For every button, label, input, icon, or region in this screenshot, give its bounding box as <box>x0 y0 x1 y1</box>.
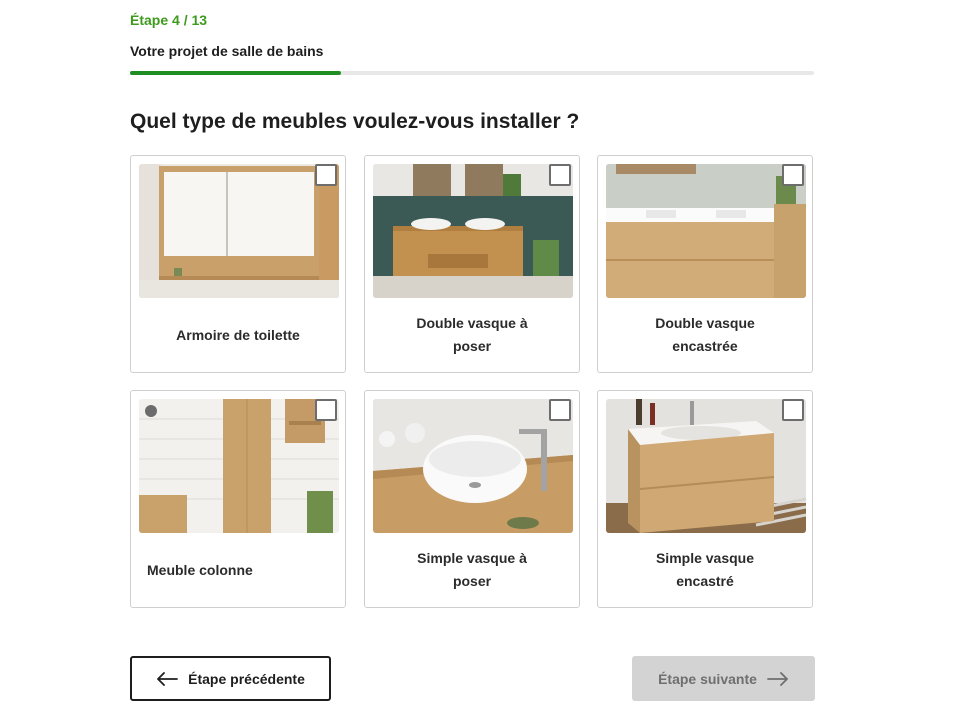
option-label: Simple vasque à poser <box>417 550 527 589</box>
option-card-simple-vasque-a-poser[interactable]: Simple vasque à poser <box>364 390 580 608</box>
option-label: Meuble colonne <box>147 561 253 578</box>
option-image-meuble-colonne <box>139 399 339 533</box>
option-image-simple-vasque-encastre <box>606 399 806 533</box>
option-card-simple-vasque-encastre[interactable]: Simple vasque encastré <box>597 390 813 608</box>
option-card-double-vasque-encastree[interactable]: Double vasque encastrée <box>597 155 813 373</box>
option-image-simple-vasque-poser <box>373 399 573 533</box>
previous-step-button[interactable]: Étape précédente <box>130 656 331 701</box>
arrow-right-icon <box>767 671 788 686</box>
option-label: Simple vasque encastré <box>655 550 755 589</box>
progress-fill <box>130 71 341 75</box>
project-title: Votre projet de salle de bains <box>130 43 324 59</box>
option-image-double-vasque-poser <box>373 164 573 298</box>
option-card-armoire-de-toilette[interactable]: Armoire de toilette <box>130 155 346 373</box>
option-label: Armoire de toilette <box>176 326 300 343</box>
previous-step-label: Étape précédente <box>188 670 305 687</box>
option-image-double-vasque-encastree <box>606 164 806 298</box>
option-checkbox[interactable] <box>549 399 571 421</box>
option-label: Double vasque à poser <box>416 315 528 354</box>
option-label: Double vasque encastrée <box>655 315 755 354</box>
question-title: Quel type de meubles voulez-vous install… <box>130 110 580 133</box>
option-checkbox[interactable] <box>315 399 337 421</box>
step-indicator: Étape 4 / 13 <box>130 12 208 28</box>
option-image-armoire <box>139 164 339 298</box>
option-card-double-vasque-a-poser[interactable]: Double vasque à poser <box>364 155 580 373</box>
option-checkbox[interactable] <box>782 164 804 186</box>
option-checkbox[interactable] <box>549 164 571 186</box>
arrow-left-icon <box>157 671 179 686</box>
option-card-meuble-colonne[interactable]: Meuble colonne <box>130 390 346 608</box>
option-checkbox[interactable] <box>315 164 337 186</box>
next-step-label: Étape suivante <box>658 670 757 687</box>
next-step-button[interactable]: Étape suivante <box>632 656 815 701</box>
progress-bar <box>130 71 814 75</box>
option-checkbox[interactable] <box>782 399 804 421</box>
